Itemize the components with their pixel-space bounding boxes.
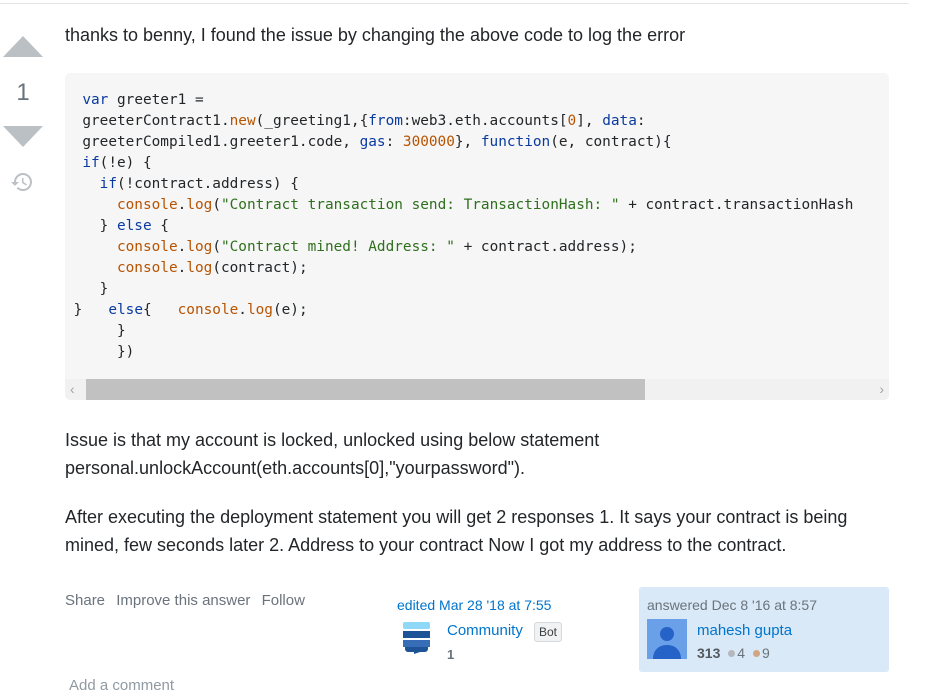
scroll-right-icon[interactable]: ›	[874, 379, 884, 400]
bronze-badge-icon	[752, 650, 760, 657]
top-divider	[0, 3, 909, 4]
editor-name-link[interactable]: Community	[447, 622, 523, 639]
stack-exchange-icon[interactable]	[403, 622, 430, 654]
code-line: })	[65, 344, 135, 360]
silver-badge-icon	[728, 650, 736, 657]
horizontal-scrollbar[interactable]: ‹ ›	[65, 379, 889, 400]
answered-time: answered Dec 8 '16 at 8:57	[647, 597, 818, 613]
answerer-card: answered Dec 8 '16 at 8:57 mahesh gupta …	[639, 587, 889, 672]
code-line: greeterContract1.new(_greeting1,{from:we…	[65, 113, 646, 129]
code-line: if(!e) {	[82, 155, 152, 171]
user-avatar-icon[interactable]	[647, 619, 687, 659]
editor-signature: edited Mar 28 '18 at 7:55 Community Bot …	[397, 597, 563, 662]
paragraph-2-line-2: personal.unlockAccount(eth.accounts[0],"…	[65, 458, 526, 478]
share-link[interactable]: Share	[65, 592, 105, 609]
code-line: }	[65, 281, 109, 297]
code-text: var greeter1 = greeterContract1.new(_gre…	[65, 90, 854, 363]
answer-paragraph-2: Issue is that my account is locked, unlo…	[65, 426, 885, 482]
silver-badge-count: 4	[737, 645, 746, 661]
code-line: } else {	[65, 218, 169, 234]
vote-up-icon[interactable]	[3, 36, 43, 57]
code-line: }	[65, 323, 126, 339]
scroll-left-icon[interactable]: ‹	[70, 379, 80, 400]
improve-answer-link[interactable]: Improve this answer	[116, 592, 250, 609]
code-block: var greeter1 = greeterContract1.new(_gre…	[65, 73, 889, 400]
paragraph-2-line-1: Issue is that my account is locked, unlo…	[65, 430, 600, 450]
edited-time-link[interactable]: edited Mar 28 '18 at 7:55	[397, 597, 551, 613]
bot-badge: Bot	[534, 622, 563, 642]
answerer-stats: 313 4 9	[697, 645, 770, 661]
code-line: console.log(contract);	[116, 260, 308, 276]
code-line: var greeter1 =	[82, 92, 204, 108]
answerer-reputation: 313	[697, 645, 721, 661]
code-line: greeterCompiled1.greeter1.code, gas: 300…	[65, 134, 672, 150]
add-comment-link[interactable]: Add a comment	[69, 677, 174, 694]
follow-link[interactable]: Follow	[262, 592, 305, 609]
code-line: if(!contract.address) {	[99, 176, 299, 192]
code-line: console.log("Contract mined! Address: " …	[116, 239, 637, 255]
post-menu: Share Improve this answer Follow	[65, 592, 312, 609]
bronze-badge-count: 9	[761, 645, 770, 661]
code-line: console.log("Contract transaction send: …	[116, 197, 854, 213]
scroll-thumb[interactable]	[86, 379, 645, 400]
answer-paragraph-1: thanks to benny, I found the issue by ch…	[65, 25, 686, 45]
vote-down-icon[interactable]	[3, 126, 43, 147]
history-icon[interactable]	[10, 170, 34, 194]
code-line: } else{ console.log(e);	[65, 302, 308, 318]
answer-paragraph-3: After executing the deployment statement…	[65, 507, 848, 555]
editor-reputation: 1	[447, 647, 455, 662]
vote-count: 1	[16, 79, 30, 106]
answerer-name-link[interactable]: mahesh gupta	[697, 622, 792, 639]
